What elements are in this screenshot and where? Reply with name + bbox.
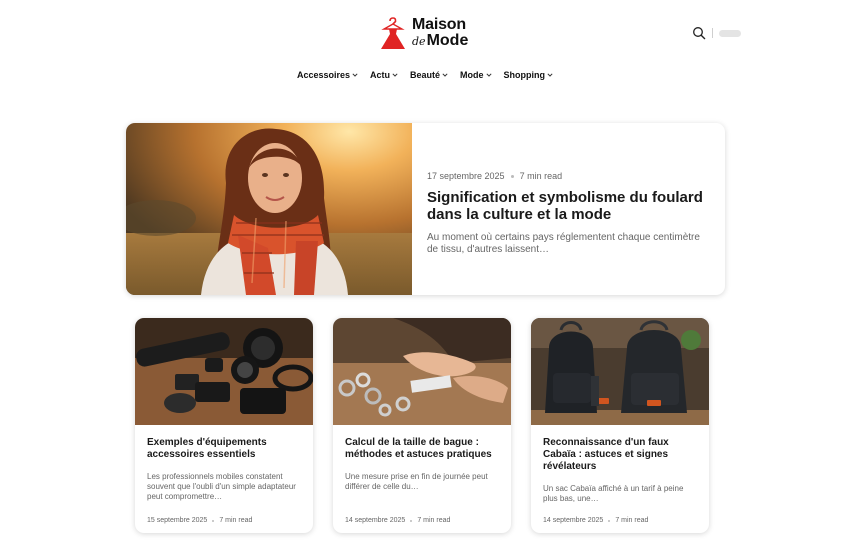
article-meta: 15 septembre 2025 7 min read	[147, 517, 252, 524]
chevron-down-icon	[442, 73, 448, 77]
dress-hanger-icon	[381, 17, 405, 49]
search-icon[interactable]	[692, 26, 706, 40]
nav-item-label: Beauté	[410, 70, 441, 80]
article-read-time: 7 min read	[615, 517, 649, 524]
featured-article-title[interactable]: Signification et symbolisme du foulard d…	[427, 189, 709, 224]
main-nav: Accessoires Actu Beauté Mode Shopping	[0, 70, 850, 80]
article-date: 17 septembre 2025	[427, 171, 505, 181]
article-meta: 14 septembre 2025 7 min read	[543, 517, 648, 524]
header-divider	[712, 28, 713, 38]
meta-separator	[410, 519, 413, 522]
nav-item-mode[interactable]: Mode	[460, 70, 492, 80]
article-read-time: 7 min read	[219, 517, 253, 524]
article-card-excerpt: Les professionnels mobiles constatent so…	[147, 472, 296, 501]
article-card-excerpt: Un sac Cabaïa affiché à un tarif à peine…	[543, 484, 684, 503]
article-card-image[interactable]	[531, 318, 709, 425]
article-card-title[interactable]: Exemples d'équipements accessoires essen…	[147, 437, 301, 461]
nav-item-actu[interactable]: Actu	[370, 70, 398, 80]
brand-name-prefix: de	[412, 35, 426, 48]
article-meta: 14 septembre 2025 7 min read	[345, 517, 450, 524]
header-actions	[692, 26, 741, 40]
woman-scarf-photo	[126, 123, 412, 295]
meta-separator	[212, 519, 215, 522]
ring-measuring-photo	[333, 318, 511, 425]
brand-name-line1: Maison	[412, 16, 466, 33]
chevron-down-icon	[352, 73, 358, 77]
featured-article-card[interactable]: 17 septembre 2025 7 min read Significati…	[126, 123, 725, 295]
article-date: 15 septembre 2025	[147, 517, 208, 524]
nav-item-label: Accessoires	[296, 70, 351, 80]
nav-item-label: Actu	[370, 70, 391, 80]
backpacks-photo	[531, 318, 709, 425]
chevron-down-icon	[392, 73, 398, 77]
featured-article-body: 17 septembre 2025 7 min read Significati…	[412, 123, 725, 295]
nav-item-label: Mode	[460, 70, 484, 80]
article-card[interactable]: Calcul de la taille de bague : méthodes …	[333, 318, 511, 533]
article-card-title[interactable]: Calcul de la taille de bague : méthodes …	[345, 437, 499, 461]
article-card-image[interactable]	[333, 318, 511, 425]
article-read-time: 7 min read	[417, 517, 451, 524]
nav-item-label: Shopping	[503, 70, 546, 80]
brand-name-mode: Mode	[426, 32, 469, 49]
article-card-title[interactable]: Reconnaissance d'un faux Cabaïa : astuce…	[543, 437, 697, 473]
nav-item-accessoires[interactable]: Accessoires	[297, 70, 358, 80]
nav-item-beaute[interactable]: Beauté	[410, 70, 448, 80]
article-read-time: 7 min read	[519, 171, 563, 181]
meta-separator	[510, 174, 514, 178]
nav-item-shopping[interactable]: Shopping	[504, 70, 554, 80]
meta-separator	[608, 519, 611, 522]
article-card-image[interactable]	[135, 318, 313, 425]
chevron-down-icon	[485, 73, 492, 77]
brand-name-line2: de Mode	[412, 33, 468, 49]
article-date: 14 septembre 2025	[543, 517, 604, 524]
featured-article-excerpt: Au moment où certains pays réglementent …	[427, 231, 700, 256]
article-card[interactable]: Exemples d'équipements accessoires essen…	[135, 318, 313, 533]
chevron-down-icon	[547, 73, 553, 77]
site-logo[interactable]: Maison de Mode	[380, 16, 468, 50]
article-card[interactable]: Reconnaissance d'un faux Cabaïa : astuce…	[531, 318, 709, 533]
theme-toggle[interactable]	[719, 29, 741, 37]
featured-article-image[interactable]	[126, 123, 412, 295]
article-meta: 17 septembre 2025 7 min read	[427, 171, 709, 181]
article-date: 14 septembre 2025	[345, 517, 406, 524]
article-card-excerpt: Une mesure prise en fin de journée peut …	[345, 472, 488, 491]
camera-accessories-photo	[135, 318, 313, 425]
